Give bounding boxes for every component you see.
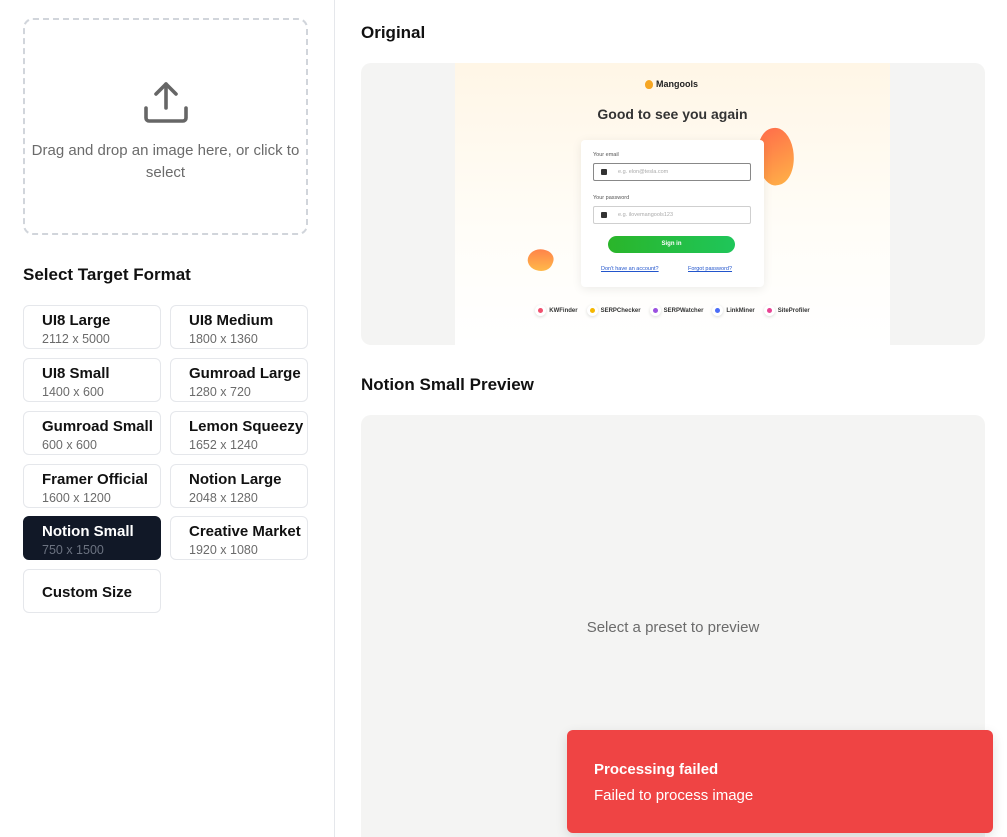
preset-name: Notion Large: [189, 471, 282, 488]
email-placeholder: e.g. elon@tesla.com: [618, 169, 669, 175]
tool-serpchecker: SERPChecker: [586, 305, 641, 316]
no-account-link: Don't have an account?: [601, 266, 659, 272]
brand-logo: Mangools: [645, 79, 698, 89]
preset-name: Creative Market: [189, 523, 301, 540]
preset-size: 750 x 1500: [42, 543, 104, 557]
preset-name: UI8 Large: [42, 312, 111, 329]
tool-serpwatcher: SERPWatcher: [649, 305, 704, 316]
preset-ui8-medium[interactable]: UI8 Medium 1800 x 1360: [170, 305, 308, 349]
tool-kwfinder: KWFinder: [535, 305, 578, 316]
preset-size: 1652 x 1240: [189, 438, 258, 452]
preview-empty-text: Select a preset to preview: [586, 619, 760, 636]
preset-ui8-large[interactable]: UI8 Large 2112 x 5000: [23, 305, 161, 349]
preset-name: Gumroad Small: [42, 418, 153, 435]
decorative-blob: [524, 245, 557, 275]
sign-in-button: Sign in: [608, 236, 735, 253]
password-placeholder: e.g. ilovemangools123: [618, 212, 674, 218]
image-dropzone[interactable]: Drag and drop an image here, or click to…: [23, 18, 308, 235]
email-label: Your email: [593, 152, 619, 158]
serpchecker-icon: [586, 305, 598, 316]
original-image-panel: Mangools Good to see you again Your emai…: [361, 63, 985, 345]
preset-name: Lemon Squeezy: [189, 418, 304, 435]
kwfinder-icon: [535, 305, 547, 316]
sidebar: Drag and drop an image here, or click to…: [0, 0, 335, 837]
original-title: Original: [361, 23, 426, 42]
preset-ui8-small[interactable]: UI8 Small 1400 x 600: [23, 358, 161, 402]
preset-name: Framer Official: [42, 471, 148, 488]
tool-name: SERPWatcher: [663, 307, 704, 314]
preview-title: Notion Small Preview: [361, 375, 534, 394]
tool-list: KWFinder SERPChecker SERPWatcher LinkMin…: [455, 305, 890, 316]
preset-name: UI8 Small: [42, 365, 110, 382]
tool-name: KWFinder: [549, 307, 578, 314]
upload-icon: [143, 81, 188, 123]
preset-size: 2048 x 1280: [189, 491, 258, 505]
preset-notion-large[interactable]: Notion Large 2048 x 1280: [170, 464, 308, 508]
preset-custom-size[interactable]: Custom Size: [23, 569, 161, 613]
preset-size: 1280 x 720: [189, 385, 251, 399]
toast-title: Processing failed: [594, 761, 719, 778]
mango-icon: [645, 79, 653, 89]
preset-name: Gumroad Large: [189, 365, 301, 382]
preset-size: 2112 x 5000: [42, 332, 110, 346]
serpwatcher-icon: [649, 305, 661, 316]
login-card: Your email e.g. elon@tesla.com Your pass…: [581, 140, 764, 287]
user-icon: [601, 169, 607, 175]
password-field: e.g. ilovemangools123: [593, 206, 751, 224]
preset-name: UI8 Medium: [189, 312, 274, 329]
preset-size: 1600 x 1200: [42, 491, 111, 505]
format-section-title: Select Target Format: [23, 265, 191, 284]
preset-size: 1920 x 1080: [189, 543, 258, 557]
siteprofiler-icon: [763, 305, 775, 316]
toast-message: Failed to process image: [594, 787, 754, 804]
linkminer-icon: [712, 305, 724, 316]
password-label: Your password: [593, 195, 630, 201]
tool-siteprofiler: SiteProfiler: [763, 305, 810, 316]
error-toast[interactable]: Processing failed Failed to process imag…: [567, 730, 993, 833]
preset-gumroad-large[interactable]: Gumroad Large 1280 x 720: [170, 358, 308, 402]
brand-name: Mangools: [656, 79, 698, 89]
dropzone-text: Drag and drop an image here, or click to…: [31, 141, 300, 181]
preset-name: Notion Small: [42, 523, 134, 540]
email-field: e.g. elon@tesla.com: [593, 163, 751, 181]
tool-name: SERPChecker: [600, 307, 641, 314]
lock-icon: [601, 212, 607, 218]
original-image: Mangools Good to see you again Your emai…: [455, 63, 890, 345]
tool-name: LinkMiner: [726, 307, 755, 314]
preset-framer-official[interactable]: Framer Official 1600 x 1200: [23, 464, 161, 508]
preset-creative-market[interactable]: Creative Market 1920 x 1080: [170, 516, 308, 560]
login-heading: Good to see you again: [597, 106, 748, 122]
forgot-password-link: Forgot password?: [688, 266, 733, 272]
tool-name: SiteProfiler: [777, 307, 810, 314]
preset-gumroad-small[interactable]: Gumroad Small 600 x 600: [23, 411, 161, 455]
preset-size: 1400 x 600: [42, 385, 104, 399]
preset-size: 1800 x 1360: [189, 332, 258, 346]
preset-size: 600 x 600: [42, 438, 97, 452]
preset-name: Custom Size: [42, 584, 133, 601]
preset-lemon-squeezy[interactable]: Lemon Squeezy 1652 x 1240: [170, 411, 308, 455]
preset-notion-small[interactable]: Notion Small 750 x 1500: [23, 516, 161, 560]
tool-linkminer: LinkMiner: [712, 305, 755, 316]
